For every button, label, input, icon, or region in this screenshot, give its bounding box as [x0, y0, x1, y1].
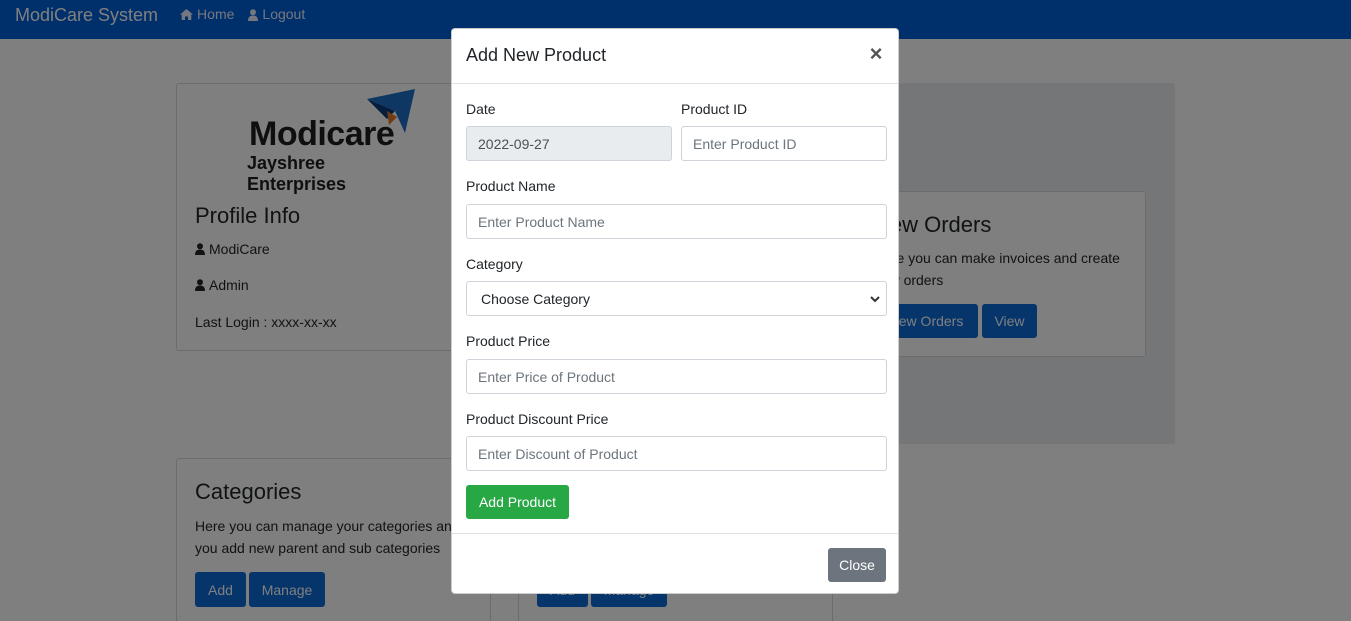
price-label: Product Price — [466, 333, 551, 349]
category-label: Category — [466, 256, 523, 272]
product-name-field[interactable] — [466, 204, 887, 239]
close-icon[interactable]: × — [868, 43, 884, 65]
category-selected-value: Choose Category — [481, 290, 590, 307]
category-select[interactable]: Choose Category — [466, 281, 887, 316]
product-id-label: Product ID — [681, 101, 748, 117]
product-name-label: Product Name — [466, 178, 556, 194]
add-product-modal: Add New Product × Date Product ID Produc… — [451, 28, 899, 594]
chevron-down-icon — [870, 296, 880, 303]
price-field[interactable] — [466, 359, 887, 394]
discount-field[interactable] — [466, 436, 887, 471]
add-product-button[interactable]: Add Product — [466, 485, 569, 519]
product-id-field[interactable] — [681, 126, 887, 161]
close-button[interactable]: Close — [828, 548, 886, 582]
discount-label: Product Discount Price — [466, 411, 609, 427]
modal-header: Add New Product × — [452, 29, 898, 84]
date-field[interactable] — [466, 126, 672, 161]
modal-title: Add New Product — [466, 45, 607, 65]
date-label: Date — [466, 101, 496, 117]
modal-footer: Close — [452, 533, 898, 594]
